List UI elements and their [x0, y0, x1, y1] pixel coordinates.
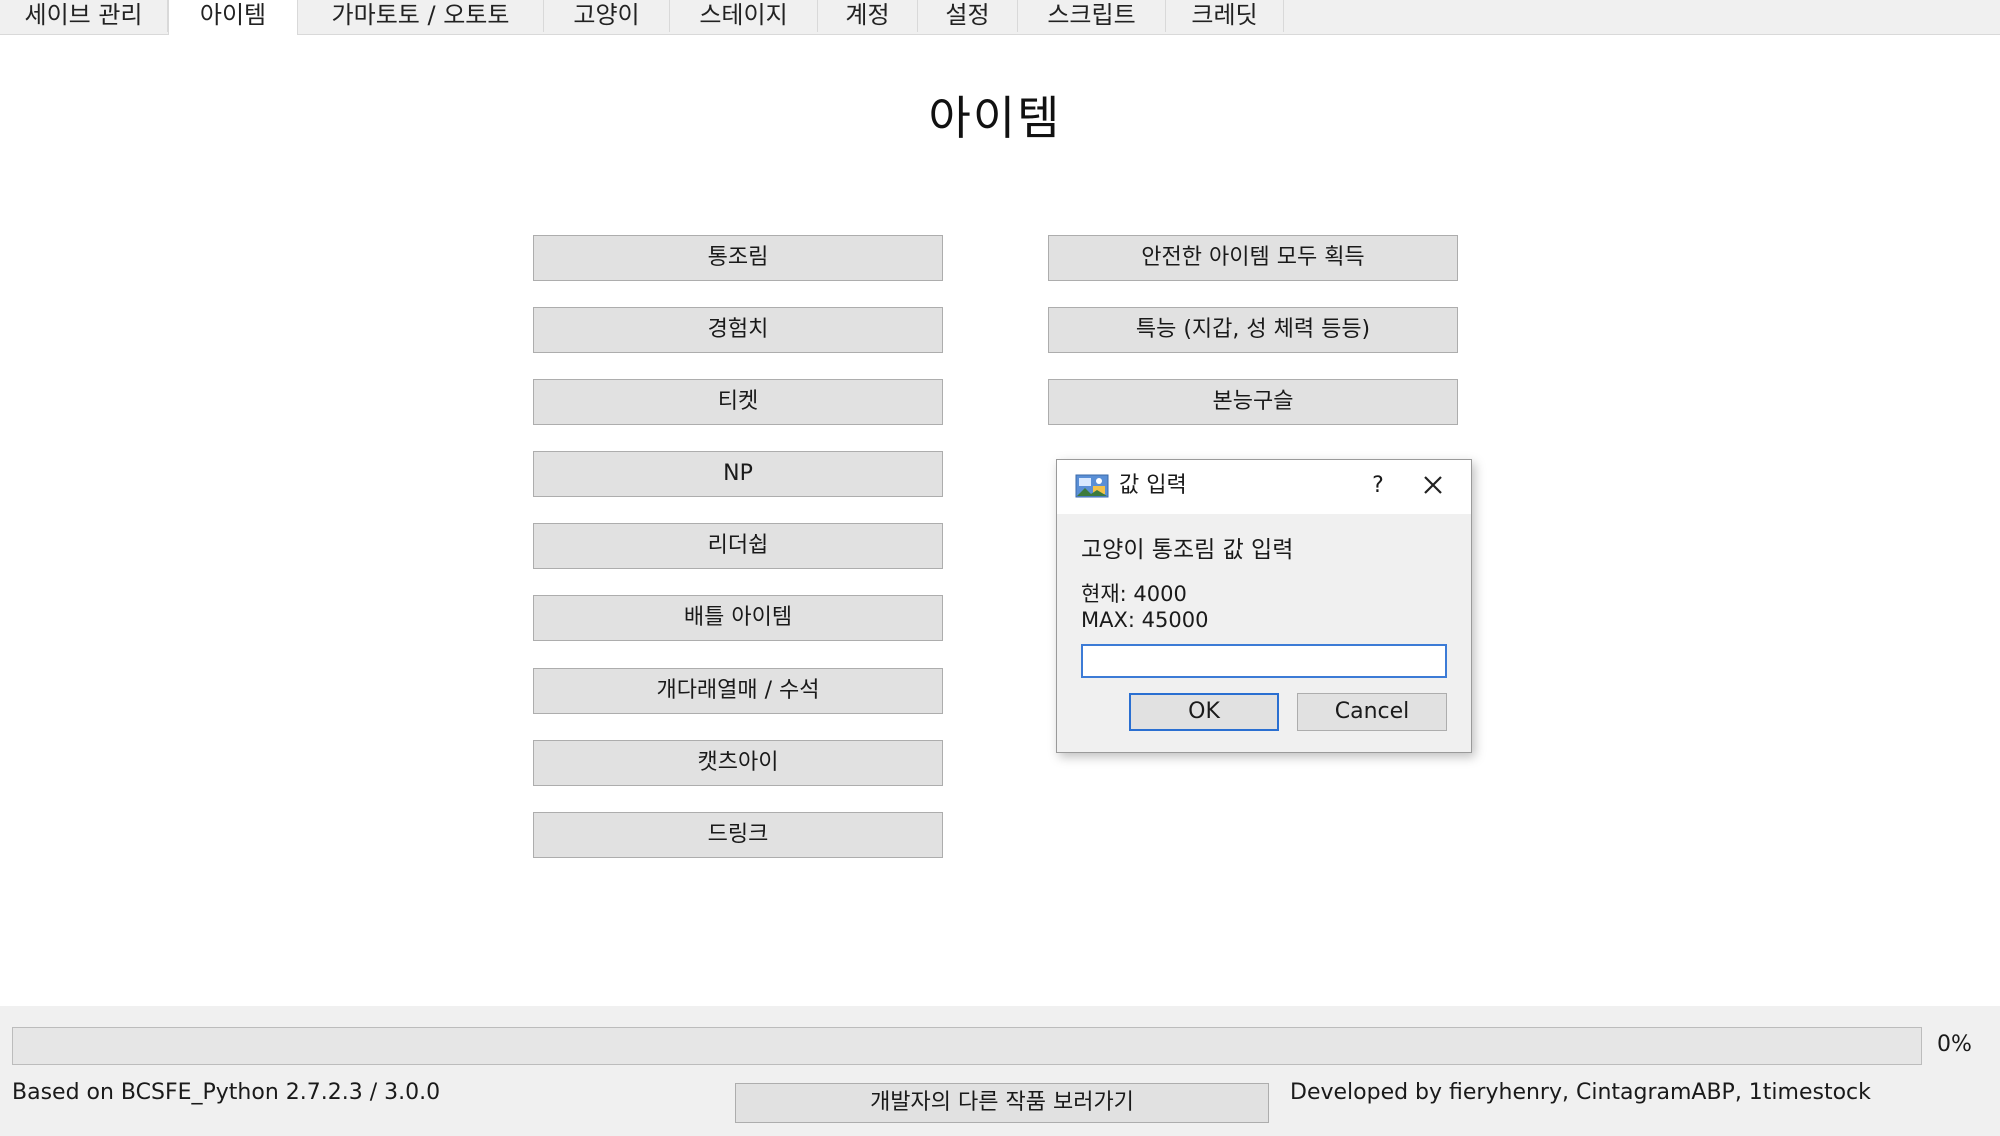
- ok-button[interactable]: OK: [1129, 693, 1279, 731]
- tab-gamatoto-ototo[interactable]: 가마토토 / 오토토: [298, 0, 544, 32]
- max-value-label: MAX: 45000: [1081, 608, 1209, 632]
- tab-save-management[interactable]: 세이브 관리: [0, 0, 168, 32]
- app-icon: [1075, 474, 1109, 498]
- get-all-safe-items-button[interactable]: 안전한 아이템 모두 획득: [1048, 235, 1458, 281]
- dialog-title: 값 입력: [1119, 473, 1187, 498]
- developed-by-label: Developed by fieryhenry, CintagramABP, 1…: [1290, 1080, 1871, 1105]
- current-value-label: 현재: 4000: [1081, 582, 1187, 606]
- based-on-label: Based on BCSFE_Python 2.7.2.3 / 3.0.0: [12, 1080, 441, 1105]
- page-title: 아이템: [928, 91, 1062, 145]
- app-window: 세이브 관리 아이템 가마토토 / 오토토 고양이 스테이지 계정 설정 스크립…: [0, 0, 2000, 1136]
- dialog-prompt: 고양이 통조림 값 입력: [1081, 537, 1294, 563]
- xp-button[interactable]: 경험치: [533, 307, 943, 353]
- catseye-button[interactable]: 캣츠아이: [533, 740, 943, 786]
- catfruit-stones-button[interactable]: 개다래열매 / 수석: [533, 668, 943, 714]
- close-icon[interactable]: [1411, 468, 1455, 504]
- leadership-button[interactable]: 리더쉽: [533, 523, 943, 569]
- np-button[interactable]: NP: [533, 451, 943, 497]
- tab-stages[interactable]: 스테이지: [670, 0, 818, 32]
- tab-scripts[interactable]: 스크립트: [1018, 0, 1166, 32]
- value-input[interactable]: [1081, 644, 1447, 678]
- battle-items-button[interactable]: 배틀 아이템: [533, 595, 943, 641]
- input-dialog: 값 입력 ? 고양이 통조림 값 입력 현재: 4000 MAX: 45000 …: [1056, 459, 1472, 753]
- tab-cats[interactable]: 고양이: [544, 0, 670, 32]
- tab-settings[interactable]: 설정: [918, 0, 1018, 32]
- progress-bar: [12, 1027, 1922, 1065]
- cat-food-button[interactable]: 통조림: [533, 235, 943, 281]
- progress-percent: 0%: [1937, 1032, 1972, 1057]
- drink-button[interactable]: 드링크: [533, 812, 943, 858]
- tab-bar: 세이브 관리 아이템 가마토토 / 오토토 고양이 스테이지 계정 설정 스크립…: [0, 0, 2000, 35]
- tickets-button[interactable]: 티켓: [533, 379, 943, 425]
- help-icon[interactable]: ?: [1363, 470, 1393, 502]
- tab-credits[interactable]: 크레딧: [1166, 0, 1284, 32]
- cancel-button[interactable]: Cancel: [1297, 693, 1447, 731]
- talent-orbs-button[interactable]: 본능구슬: [1048, 379, 1458, 425]
- special-skills-button[interactable]: 특능 (지갑, 성 체력 등등): [1048, 307, 1458, 353]
- other-works-button[interactable]: 개발자의 다른 작품 보러가기: [735, 1083, 1269, 1123]
- tab-account[interactable]: 계정: [818, 0, 918, 32]
- tab-items[interactable]: 아이템: [168, 0, 298, 35]
- dialog-titlebar[interactable]: 값 입력 ?: [1057, 460, 1471, 514]
